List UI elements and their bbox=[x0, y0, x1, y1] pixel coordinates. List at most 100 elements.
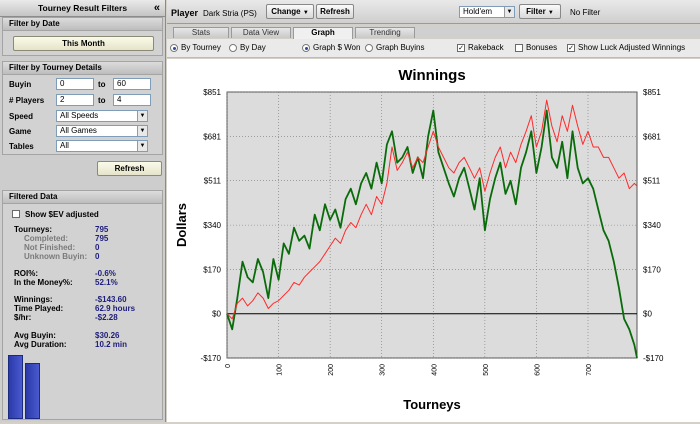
stat-label: In the Money%: bbox=[14, 278, 73, 287]
players-max-input[interactable]: 4 bbox=[113, 94, 151, 106]
filter-by-date-section: Filter by Date This Month bbox=[2, 17, 163, 56]
y-tick-label: -$170 bbox=[201, 354, 222, 363]
x-tick-label: 600 bbox=[534, 364, 541, 376]
speed-value: All Speeds bbox=[60, 111, 99, 120]
luck-adjusted-checkbox[interactable]: ✓ bbox=[567, 44, 575, 52]
graph-options-bar: By Tourney By Day Graph $ Won Graph Buyi… bbox=[167, 39, 700, 58]
stat-label: Winnings: bbox=[14, 295, 53, 304]
y-tick-label: $340 bbox=[203, 221, 221, 230]
stat-label: $/hr: bbox=[14, 313, 32, 322]
graph-buyins-radio[interactable] bbox=[365, 44, 373, 52]
game-type-value: Hold'em bbox=[463, 7, 493, 16]
players-label: # Players bbox=[9, 96, 45, 105]
show-sev-label: Show $EV adjusted bbox=[25, 210, 99, 219]
player-label: Player bbox=[171, 8, 199, 18]
summary-bar bbox=[25, 363, 40, 419]
tab-bar: Stats Data View Graph Trending bbox=[167, 25, 700, 39]
chevron-down-icon[interactable]: ▼ bbox=[504, 7, 514, 17]
x-tick-label: 400 bbox=[431, 364, 438, 376]
y-tick-label: $851 bbox=[203, 88, 221, 97]
game-type-select[interactable]: Hold'em ▼ bbox=[459, 6, 515, 18]
y-tick-label-right: $170 bbox=[643, 265, 661, 274]
tab-stats[interactable]: Stats bbox=[173, 27, 229, 38]
rakeback-checkbox[interactable]: ✓ bbox=[457, 44, 465, 52]
tab-graph[interactable]: Graph bbox=[293, 27, 353, 39]
y-tick-label-right: $340 bbox=[643, 221, 661, 230]
stat-value: 795 bbox=[95, 234, 109, 243]
change-label: Change bbox=[271, 7, 301, 16]
x-tick-label: 500 bbox=[483, 364, 490, 376]
chevron-down-icon[interactable]: ▼ bbox=[137, 111, 147, 121]
y-axis-label: Dollars bbox=[174, 203, 189, 247]
stat-value: $30.26 bbox=[95, 331, 120, 340]
stat-value: -$2.28 bbox=[95, 313, 118, 322]
speed-select[interactable]: All Speeds ▼ bbox=[56, 110, 148, 122]
stat-value: 0 bbox=[95, 243, 100, 252]
graph-won-label: Graph $ Won bbox=[313, 43, 361, 52]
game-label: Game bbox=[9, 127, 32, 136]
game-select[interactable]: All Games ▼ bbox=[56, 125, 148, 137]
stat-value: 795 bbox=[95, 225, 109, 234]
refresh-button[interactable]: Refresh bbox=[97, 161, 162, 176]
bonuses-checkbox[interactable] bbox=[515, 44, 523, 52]
by-tourney-label: By Tourney bbox=[181, 43, 221, 52]
this-month-button[interactable]: This Month bbox=[13, 36, 154, 51]
filtered-data-title: Filtered Data bbox=[3, 191, 162, 204]
graph-buyins-label: Graph Buyins bbox=[376, 43, 425, 52]
by-tourney-radio[interactable] bbox=[170, 44, 178, 52]
y-tick-label-right: -$170 bbox=[643, 354, 664, 363]
stat-label: Time Played: bbox=[14, 304, 64, 313]
buyin-max-input[interactable]: 60 bbox=[113, 78, 151, 90]
tables-value: All bbox=[60, 141, 69, 150]
y-tick-label: $511 bbox=[204, 177, 222, 186]
stat-value: 52.1% bbox=[95, 278, 118, 287]
filter-label: Filter bbox=[526, 7, 546, 16]
change-button[interactable]: Change ▼ bbox=[266, 4, 314, 19]
stat-value: -0.6% bbox=[95, 269, 116, 278]
stat-label: Avg Buyin: bbox=[14, 331, 56, 340]
by-day-radio[interactable] bbox=[229, 44, 237, 52]
rakeback-label: Rakeback bbox=[468, 43, 504, 52]
tab-trending[interactable]: Trending bbox=[355, 27, 415, 38]
buyin-min-input[interactable]: 0 bbox=[56, 78, 94, 90]
stat-value: -$143.60 bbox=[95, 295, 127, 304]
x-tick-label: 100 bbox=[277, 364, 284, 376]
show-sev-checkbox[interactable] bbox=[12, 210, 20, 218]
chevron-down-icon[interactable]: ▼ bbox=[137, 141, 147, 151]
refresh-toolbar-button[interactable]: Refresh bbox=[316, 4, 354, 19]
stat-label: Unknown Buyin: bbox=[24, 252, 88, 261]
tables-select[interactable]: All ▼ bbox=[56, 140, 148, 152]
y-tick-label-right: $511 bbox=[643, 177, 661, 186]
x-axis-label: Tourneys bbox=[403, 397, 461, 412]
buyin-label: Buyin bbox=[9, 80, 32, 89]
collapse-icon[interactable]: « bbox=[154, 0, 160, 16]
filtered-data-section: Filtered Data Show $EV adjusted Tourneys… bbox=[2, 190, 163, 420]
to-label: to bbox=[98, 96, 106, 105]
stat-label: Not Finished: bbox=[24, 243, 76, 252]
filter-by-date-title: Filter by Date bbox=[3, 18, 162, 31]
chevron-down-icon: ▼ bbox=[547, 10, 554, 16]
filters-sidebar: Tourney Result Filters « Filter by Date … bbox=[0, 0, 166, 422]
toolbar: Player Dark Stria (PS) Change ▼ Refresh … bbox=[167, 0, 700, 24]
chevron-down-icon[interactable]: ▼ bbox=[137, 126, 147, 136]
summary-bar bbox=[8, 355, 23, 419]
stat-label: Completed: bbox=[24, 234, 68, 243]
y-tick-label-right: $0 bbox=[643, 310, 652, 319]
y-tick-label-right: $851 bbox=[643, 88, 661, 97]
filter-button[interactable]: Filter ▼ bbox=[519, 4, 561, 19]
luck-adjusted-label: Show Luck Adjusted Winnings bbox=[578, 43, 686, 52]
y-tick-label: $170 bbox=[203, 265, 221, 274]
tables-label: Tables bbox=[9, 142, 34, 151]
graph-won-radio[interactable] bbox=[302, 44, 310, 52]
chart-title: Winnings bbox=[398, 67, 465, 84]
to-label: to bbox=[98, 80, 106, 89]
x-tick-label: 200 bbox=[328, 364, 335, 376]
tab-data-view[interactable]: Data View bbox=[231, 27, 291, 38]
players-min-input[interactable]: 2 bbox=[56, 94, 94, 106]
filter-by-tourney-title: Filter by Tourney Details bbox=[3, 62, 162, 75]
y-tick-label: $681 bbox=[203, 132, 221, 141]
sidebar-header: Tourney Result Filters « bbox=[0, 0, 165, 17]
game-value: All Games bbox=[60, 126, 97, 135]
winnings-chart-panel: -$170 -$170 $0 $0 $170 $170 $340 $340 $511 $511 $6… bbox=[167, 59, 700, 422]
filter-status: No Filter bbox=[570, 8, 601, 17]
